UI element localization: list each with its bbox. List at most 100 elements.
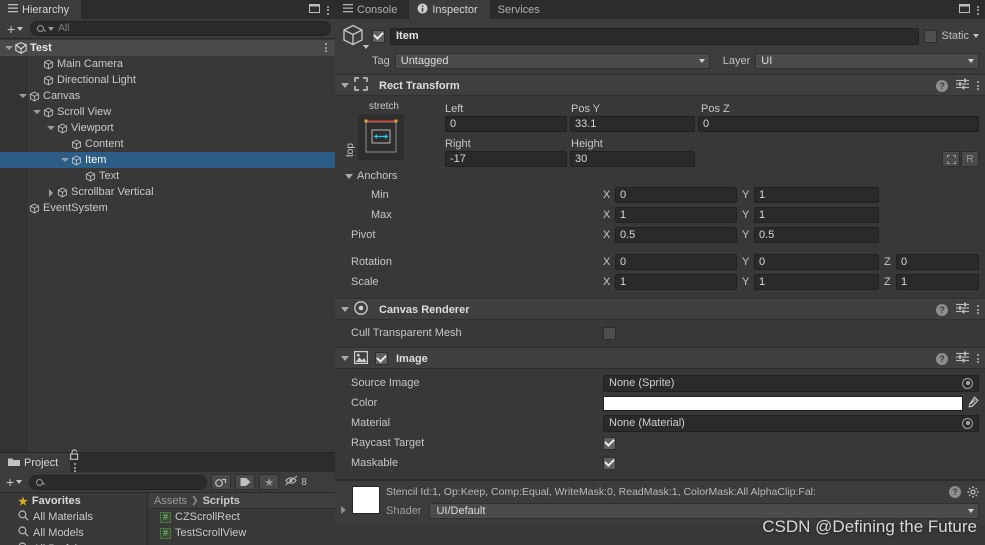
- preset-icon[interactable]: [956, 351, 969, 366]
- color-swatch[interactable]: [603, 395, 963, 411]
- project-search-input[interactable]: [29, 474, 208, 490]
- breadcrumb-scripts[interactable]: Scripts: [203, 495, 240, 507]
- gameobject-enabled-checkbox[interactable]: [372, 29, 385, 43]
- image-header[interactable]: Image ?: [335, 348, 985, 369]
- anchor-min-x-input[interactable]: 0: [615, 187, 737, 203]
- raw-edit-mode-button[interactable]: R: [961, 151, 979, 167]
- chevron-down-icon[interactable]: [4, 43, 14, 53]
- anchor-min-y-input[interactable]: 1: [754, 187, 879, 203]
- hidden-packages-indicator[interactable]: 8: [283, 475, 307, 489]
- chevron-right-icon[interactable]: [46, 187, 56, 197]
- hierarchy-item-eventsystem[interactable]: EventSystem: [0, 200, 335, 216]
- preset-icon[interactable]: [956, 78, 969, 93]
- hierarchy-item-viewport[interactable]: Viewport: [0, 120, 335, 136]
- rect-transform-header[interactable]: Rect Transform ?: [335, 75, 985, 96]
- help-icon[interactable]: ?: [936, 303, 948, 316]
- tab-console[interactable]: Console: [335, 0, 410, 19]
- raycast-target-checkbox[interactable]: [603, 436, 616, 450]
- hierarchy-item-scrollbar-vertical[interactable]: Scrollbar Vertical: [0, 184, 335, 200]
- favorite-item-all-prefabs[interactable]: All Prefabs: [0, 541, 147, 545]
- object-picker-icon[interactable]: [962, 417, 973, 429]
- hierarchy-item-content[interactable]: Content: [0, 136, 335, 152]
- scale-x-input[interactable]: 1: [615, 274, 737, 290]
- tab-project[interactable]: Project: [0, 453, 71, 472]
- shader-dropdown[interactable]: UI/Default: [429, 503, 979, 519]
- component-menu-icon[interactable]: [977, 305, 979, 314]
- maximize-icon[interactable]: [309, 4, 320, 16]
- favorites-root[interactable]: ★ Favorites: [0, 493, 147, 509]
- static-toggle-group[interactable]: Static: [924, 29, 979, 43]
- posz-input[interactable]: 0: [698, 116, 979, 132]
- layer-dropdown[interactable]: UI: [755, 53, 979, 69]
- component-menu-icon[interactable]: [977, 81, 979, 90]
- hierarchy-item-directional-light[interactable]: Directional Light: [0, 72, 335, 88]
- lock-icon[interactable]: [70, 449, 79, 463]
- scale-z-input[interactable]: 1: [896, 274, 979, 290]
- static-checkbox[interactable]: [924, 29, 938, 43]
- height-input[interactable]: 30: [570, 151, 695, 167]
- asset-item-czscrollrect[interactable]: # CZScrollRect: [148, 509, 335, 525]
- gear-icon[interactable]: [967, 486, 979, 498]
- right-input[interactable]: -17: [445, 151, 567, 167]
- project-assets-view[interactable]: Assets ❯ Scripts # CZScrollRect # TestScrol…: [147, 493, 335, 545]
- tab-hierarchy[interactable]: Hierarchy: [0, 0, 82, 19]
- chevron-down-icon[interactable]: [60, 155, 70, 165]
- rotation-y-input[interactable]: 0: [754, 254, 879, 270]
- help-icon[interactable]: ?: [936, 79, 948, 92]
- hierarchy-item-canvas[interactable]: Canvas: [0, 88, 335, 104]
- tag-dropdown[interactable]: Untagged: [394, 53, 710, 69]
- inspector-menu-icon[interactable]: [977, 5, 979, 15]
- filter-favorites-button[interactable]: ★: [259, 474, 280, 490]
- gameobject-icon[interactable]: [341, 23, 369, 49]
- anchor-max-y-input[interactable]: 1: [754, 207, 879, 223]
- hierarchy-item-main-camera[interactable]: Main Camera: [0, 56, 335, 72]
- project-menu-icon[interactable]: [70, 463, 79, 472]
- help-icon[interactable]: ?: [949, 486, 961, 498]
- scene-menu-icon[interactable]: [325, 43, 327, 52]
- chevron-down-icon[interactable]: [46, 123, 56, 133]
- hierarchy-search-input[interactable]: All: [30, 21, 331, 36]
- image-enabled-checkbox[interactable]: [375, 352, 388, 365]
- foldout-icon[interactable]: [341, 307, 349, 312]
- anchor-max-x-input[interactable]: 1: [615, 207, 737, 223]
- rotation-x-input[interactable]: 0: [615, 254, 737, 270]
- cull-transparent-mesh-checkbox[interactable]: [603, 326, 616, 340]
- scale-y-input[interactable]: 1: [754, 274, 879, 290]
- eyedropper-icon[interactable]: [967, 395, 979, 411]
- left-input[interactable]: 0: [445, 116, 567, 132]
- breadcrumb-assets[interactable]: Assets: [154, 495, 187, 507]
- source-image-objectfield[interactable]: None (Sprite): [603, 374, 979, 392]
- object-picker-icon[interactable]: [962, 377, 973, 389]
- maskable-checkbox[interactable]: [603, 456, 616, 470]
- foldout-icon[interactable]: [341, 83, 349, 88]
- create-gameobject-button[interactable]: +: [4, 22, 26, 36]
- blueprint-mode-button[interactable]: [942, 151, 960, 167]
- component-menu-icon[interactable]: [977, 354, 979, 363]
- favorite-item-all-models[interactable]: All Models: [0, 525, 147, 541]
- hierarchy-tree[interactable]: Test Main Camera Directional Light Canvas Sc…: [0, 40, 335, 452]
- chevron-down-icon[interactable]: [18, 91, 28, 101]
- chevron-down-icon[interactable]: [32, 107, 42, 117]
- hierarchy-item-item[interactable]: Item: [0, 152, 335, 168]
- hierarchy-item-test[interactable]: Test: [0, 40, 335, 56]
- tab-services[interactable]: Services: [489, 0, 552, 19]
- posy-input[interactable]: 33.1: [570, 116, 695, 132]
- filter-by-label-button[interactable]: [235, 474, 256, 490]
- preset-icon[interactable]: [956, 302, 969, 317]
- create-asset-button[interactable]: +: [3, 475, 25, 489]
- help-icon[interactable]: ?: [936, 352, 948, 365]
- chevron-down-icon[interactable]: [973, 34, 979, 38]
- hierarchy-item-text[interactable]: Text: [0, 168, 335, 184]
- tab-inspector[interactable]: Inspector: [409, 0, 490, 19]
- breadcrumb[interactable]: Assets ❯ Scripts: [148, 493, 335, 509]
- hierarchy-menu-icon[interactable]: [327, 5, 329, 15]
- project-favorites-tree[interactable]: ★ Favorites All Materials All Models All P…: [0, 493, 147, 545]
- asset-item-testscrollview[interactable]: # TestScrollView: [148, 525, 335, 541]
- canvas-renderer-header[interactable]: Canvas Renderer ?: [335, 299, 985, 320]
- foldout-icon[interactable]: [341, 356, 349, 361]
- foldout-icon[interactable]: [345, 173, 353, 179]
- anchor-preset-widget[interactable]: stretch top: [345, 101, 423, 160]
- hierarchy-item-scroll-view[interactable]: Scroll View: [0, 104, 335, 120]
- pivot-x-input[interactable]: 0.5: [615, 227, 737, 243]
- anchors-foldout-row[interactable]: Anchors: [341, 167, 979, 185]
